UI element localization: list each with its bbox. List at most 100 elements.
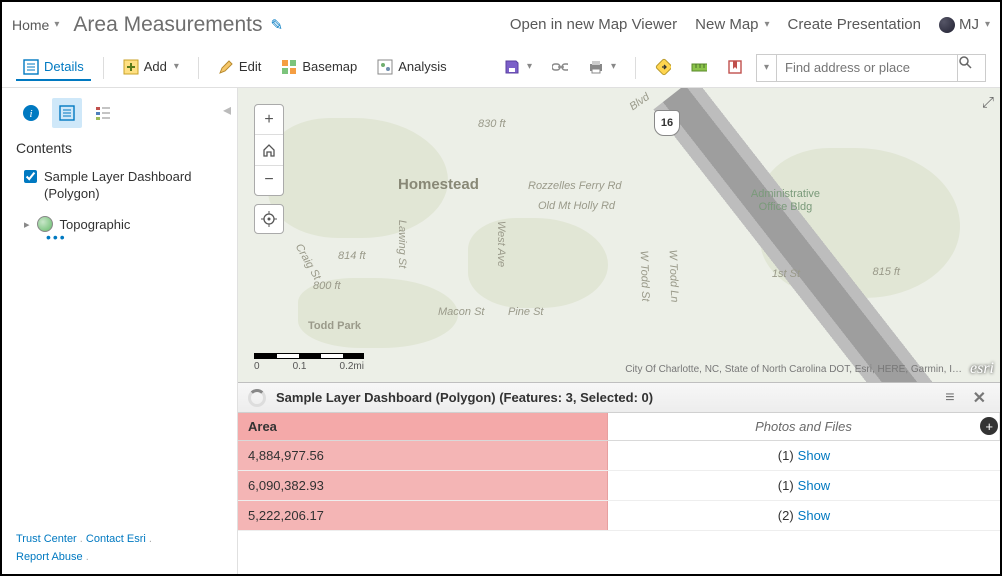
sidebar: i ◂ Contents Sample Layer Dashboard (Pol… (2, 88, 238, 574)
add-label: Add (144, 59, 167, 74)
road-label: Lawing St (396, 220, 408, 268)
layer-item[interactable]: Sample Layer Dashboard (Polygon) (2, 162, 237, 208)
layer-more-menu[interactable]: ••• (2, 232, 237, 242)
expand-map-icon[interactable]: ⤢ (982, 94, 994, 111)
new-map-label: New Map (695, 16, 758, 33)
elevation-label: 830 ft (478, 118, 506, 130)
road-label: Macon St (438, 306, 484, 318)
place-label: AdministrativeOffice Bldg (751, 188, 820, 214)
home-extent-button[interactable] (255, 135, 283, 165)
trust-center-link[interactable]: Trust Center (16, 533, 77, 545)
chevron-down-icon: ▾ (611, 61, 616, 72)
open-viewer-label: Open in new Map Viewer (510, 16, 677, 33)
header-right: Open in new Map Viewer New Map▾ Create P… (510, 16, 990, 33)
attribute-table-header: Sample Layer Dashboard (Polygon) (Featur… (238, 383, 1000, 413)
cell-photos: (1) Show (608, 471, 1000, 500)
elevation-label: 814 ft (338, 250, 366, 262)
chevron-down-icon: ▾ (527, 61, 532, 72)
map-canvas[interactable]: 16 Homestead Todd Park AdministrativeOff… (238, 88, 1000, 382)
create-presentation-link[interactable]: Create Presentation (788, 16, 921, 33)
zoom-control: + − (254, 104, 284, 196)
loading-spinner-icon (248, 389, 266, 407)
basemap-button[interactable]: Basemap (274, 55, 364, 81)
chevron-down-icon: ▾ (54, 19, 59, 30)
contents-tab[interactable] (52, 98, 82, 128)
layer-label: Sample Layer Dashboard (Polygon) (44, 168, 223, 202)
table-columns: Area Photos and Files + (238, 413, 1000, 441)
edit-button[interactable]: Edit (211, 55, 268, 81)
road-label: Rozzelles Ferry Rd (528, 180, 622, 192)
home-label: Home (12, 17, 49, 33)
show-attachments-link[interactable]: Show (798, 478, 831, 493)
search-box: ▾ (756, 54, 986, 82)
about-tab[interactable]: i (16, 98, 46, 128)
print-button[interactable]: ▾ (581, 55, 623, 81)
chevron-down-icon: ▾ (985, 19, 990, 30)
add-button[interactable]: Add ▾ (116, 55, 186, 81)
details-button[interactable]: Details (16, 55, 91, 81)
contact-esri-link[interactable]: Contact Esri (86, 533, 146, 545)
user-menu[interactable]: MJ▾ (939, 16, 990, 33)
highway (504, 88, 1000, 382)
legend-tab[interactable] (88, 98, 118, 128)
esri-logo: esri (970, 360, 994, 378)
save-icon (504, 59, 520, 75)
zoom-out-button[interactable]: − (255, 166, 283, 195)
pencil-icon[interactable]: ✎ (270, 16, 283, 34)
table-row[interactable]: 4,884,977.56 (1) Show (238, 441, 1000, 471)
home-link[interactable]: Home ▾ (12, 17, 59, 33)
attribution-text: City Of Charlotte, NC, State of North Ca… (625, 364, 962, 375)
road-label: Craig St (293, 242, 323, 282)
add-icon (123, 59, 139, 75)
table-options-button[interactable]: ≡ (941, 389, 958, 407)
search-scope-toggle[interactable]: ▾ (757, 55, 777, 81)
cell-area: 6,090,382.93 (238, 471, 608, 500)
close-table-button[interactable]: ✕ (969, 388, 990, 408)
basemap-label: Basemap (302, 59, 357, 74)
cell-area: 4,884,977.56 (238, 441, 608, 470)
table-rows: 4,884,977.56 (1) Show 6,090,382.93 (1) S… (238, 441, 1000, 574)
basemap-item[interactable]: ▸ Topographic (2, 208, 237, 232)
share-button[interactable] (545, 55, 575, 81)
edit-icon (218, 59, 234, 75)
app-frame: Home ▾ Area Measurements ✎ Open in new M… (0, 0, 1002, 576)
road-label: West Ave (495, 221, 507, 267)
open-viewer-link[interactable]: Open in new Map Viewer (510, 16, 677, 33)
create-presentation-label: Create Presentation (788, 16, 921, 33)
details-label: Details (44, 59, 84, 74)
search-input[interactable] (777, 55, 957, 81)
layer-visibility-checkbox[interactable] (24, 170, 37, 183)
road-label: Old Mt Holly Rd (538, 200, 615, 212)
new-map-link[interactable]: New Map▾ (695, 16, 769, 33)
analysis-icon (377, 59, 393, 75)
column-header-photos[interactable]: Photos and Files (608, 413, 1000, 440)
add-column-button[interactable]: + (980, 417, 998, 435)
expand-triangle-icon[interactable]: ▸ (24, 218, 30, 231)
directions-button[interactable] (648, 55, 678, 81)
avatar (939, 17, 955, 33)
search-button[interactable] (957, 55, 985, 81)
bookmarks-button[interactable] (720, 55, 750, 81)
table-row[interactable]: 6,090,382.93 (1) Show (238, 471, 1000, 501)
report-abuse-link[interactable]: Report Abuse (16, 551, 83, 563)
road-label: Pine St (508, 306, 543, 318)
analysis-button[interactable]: Analysis (370, 55, 453, 81)
measure-button[interactable] (684, 55, 714, 81)
table-row[interactable]: 5,222,206.17 (2) Show (238, 501, 1000, 531)
column-header-area[interactable]: Area (238, 413, 608, 440)
title-text: Area Measurements (73, 13, 262, 37)
show-attachments-link[interactable]: Show (798, 508, 831, 523)
zoom-in-button[interactable]: + (255, 105, 283, 135)
analysis-label: Analysis (398, 59, 446, 74)
elevation-label: 815 ft (872, 266, 900, 278)
save-button[interactable]: ▾ (497, 55, 539, 81)
road-label: W Todd St (638, 250, 652, 301)
app-body: i ◂ Contents Sample Layer Dashboard (Pol… (2, 88, 1000, 574)
locate-button[interactable] (254, 204, 284, 234)
sidebar-footer: Trust Center . Contact Esri . Report Abu… (2, 522, 237, 574)
show-attachments-link[interactable]: Show (798, 448, 831, 463)
place-label: Todd Park (308, 320, 361, 332)
road-label: Blvd (627, 91, 651, 113)
basemap-label: Topographic (60, 217, 131, 232)
collapse-sidebar-icon[interactable]: ◂ (223, 100, 231, 120)
